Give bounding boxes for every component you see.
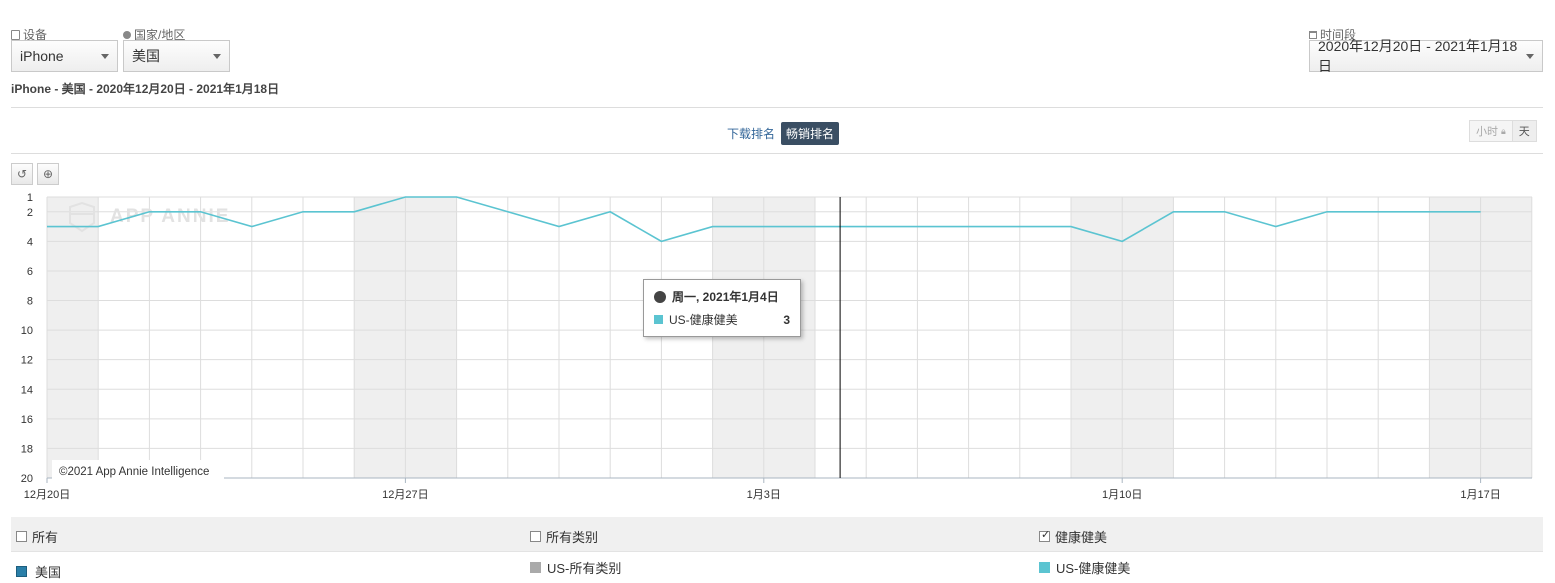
chevron-down-icon bbox=[1526, 53, 1534, 59]
legend-all[interactable]: 所有 bbox=[16, 527, 58, 546]
x-tick-label: 12月20日 bbox=[24, 489, 70, 501]
legend-all-categories[interactable]: 所有类别 bbox=[530, 527, 598, 546]
period-select[interactable]: 2020年12月20日 - 2021年1月18日 bbox=[1309, 38, 1543, 74]
zoom-button[interactable]: ⊕ bbox=[37, 163, 59, 185]
legend-us-health-row[interactable]: US-健康健美 bbox=[1039, 558, 1130, 577]
calendar-icon bbox=[1309, 30, 1317, 39]
divider bbox=[11, 551, 1543, 552]
weekend-band bbox=[712, 197, 764, 478]
x-tick-label: 12月27日 bbox=[382, 489, 428, 501]
legend-country-row[interactable]: 美国 bbox=[16, 562, 61, 581]
weekend-band bbox=[47, 197, 99, 478]
weekend-band bbox=[763, 197, 815, 478]
granularity-toggle: 小时 🔒︎ 天 bbox=[1469, 120, 1537, 142]
legend-health-fitness[interactable]: ✓ 健康健美 bbox=[1039, 527, 1107, 546]
us-health-swatch bbox=[1039, 562, 1050, 573]
checkbox-all[interactable] bbox=[16, 531, 27, 542]
tooltip-swatch bbox=[654, 315, 663, 324]
us-all-swatch bbox=[530, 562, 541, 573]
legend-us-all-row[interactable]: US-所有类别 bbox=[530, 558, 621, 577]
y-tick-label: 4 bbox=[27, 236, 33, 248]
device-select[interactable]: iPhone bbox=[11, 40, 118, 72]
legend-all-label: 所有 bbox=[32, 530, 59, 545]
hour-label: 小时 bbox=[1476, 126, 1498, 138]
period-select-value: 2020年12月20日 - 2021年1月18日 bbox=[1318, 38, 1518, 74]
checkbox-health-fitness[interactable]: ✓ bbox=[1039, 529, 1051, 542]
legend-all-categories-label: 所有类别 bbox=[546, 530, 599, 545]
day-button[interactable]: 天 bbox=[1512, 120, 1537, 142]
checkmark-icon: ✓ bbox=[1041, 529, 1051, 541]
y-tick-label: 6 bbox=[27, 266, 33, 278]
weekend-band bbox=[354, 197, 406, 478]
day-label: 天 bbox=[1518, 126, 1530, 138]
globe-icon bbox=[654, 290, 666, 303]
tooltip-value: 3 bbox=[783, 312, 790, 327]
legend-us-health-label: US-健康健美 bbox=[1056, 561, 1131, 576]
x-axis-ticks: 12月20日 12月27日 1月3日 1月10日 1月17日 bbox=[24, 478, 1501, 501]
tooltip-date: 周一, 2021年1月4日 bbox=[672, 290, 779, 304]
y-tick-label: 1 bbox=[27, 192, 33, 204]
country-select-value: 美国 bbox=[132, 48, 160, 64]
y-axis-ticks: 12468101214161820 bbox=[21, 192, 33, 485]
watermark: APP ANNIE bbox=[110, 206, 230, 227]
y-tick-label: 12 bbox=[21, 355, 33, 367]
x-tick-label: 1月3日 bbox=[747, 489, 781, 501]
weekend-band bbox=[405, 197, 457, 478]
reset-zoom-button[interactable]: ↺ bbox=[11, 163, 33, 185]
country-swatch bbox=[16, 566, 27, 577]
chevron-down-icon bbox=[101, 53, 109, 59]
legend-health-fitness-label: 健康健美 bbox=[1055, 530, 1108, 545]
y-tick-label: 10 bbox=[21, 325, 33, 337]
chevron-down-icon bbox=[213, 53, 221, 59]
country-select[interactable]: 美国 bbox=[123, 40, 230, 72]
grossing-rank-tab[interactable]: 畅销排名 bbox=[781, 122, 840, 145]
legend-country-label: 美国 bbox=[35, 565, 62, 580]
device-icon bbox=[11, 29, 20, 40]
chart-tooltip: 周一, 2021年1月4日 US-健康健美 3 bbox=[643, 279, 801, 337]
legend-header-row bbox=[11, 517, 1543, 551]
download-rank-tab[interactable]: 下载排名 bbox=[727, 125, 775, 142]
checkbox-all-categories[interactable] bbox=[530, 531, 541, 542]
weekend-band bbox=[1429, 197, 1481, 478]
copyright: ©2021 App Annie Intelligence bbox=[59, 466, 209, 478]
x-tick-label: 1月17日 bbox=[1460, 489, 1500, 501]
rank-toggle: 下载排名 畅销排名 bbox=[727, 122, 840, 145]
legend-us-all-label: US-所有类别 bbox=[547, 561, 622, 576]
y-tick-label: 2 bbox=[27, 207, 33, 219]
lock-icon: 🔒︎ bbox=[1501, 125, 1506, 136]
divider bbox=[11, 107, 1543, 108]
divider bbox=[11, 153, 1543, 154]
page-subtitle: iPhone - 美国 - 2020年12月20日 - 2021年1月18日 bbox=[11, 82, 280, 96]
x-tick-label: 1月10日 bbox=[1102, 489, 1142, 501]
device-select-value: iPhone bbox=[20, 48, 64, 64]
hour-button[interactable]: 小时 🔒︎ bbox=[1469, 120, 1513, 142]
weekend-band bbox=[1122, 197, 1174, 478]
y-tick-label: 14 bbox=[21, 384, 33, 396]
y-tick-label: 8 bbox=[27, 296, 33, 308]
weekend-band bbox=[1480, 197, 1532, 478]
rank-line-chart[interactable]: 12468101214161820 12月20日 12月27日 1月3日 1月10日 1… bbox=[0, 185, 1555, 505]
y-tick-label: 20 bbox=[21, 473, 33, 485]
globe-icon bbox=[123, 30, 131, 39]
y-tick-label: 18 bbox=[21, 443, 33, 455]
y-tick-label: 16 bbox=[21, 414, 33, 426]
weekend-bands bbox=[47, 197, 1532, 478]
zoom-in-icon: ⊕ bbox=[42, 167, 54, 181]
tooltip-series: US-健康健美 bbox=[669, 313, 738, 327]
undo-icon: ↺ bbox=[16, 167, 28, 181]
